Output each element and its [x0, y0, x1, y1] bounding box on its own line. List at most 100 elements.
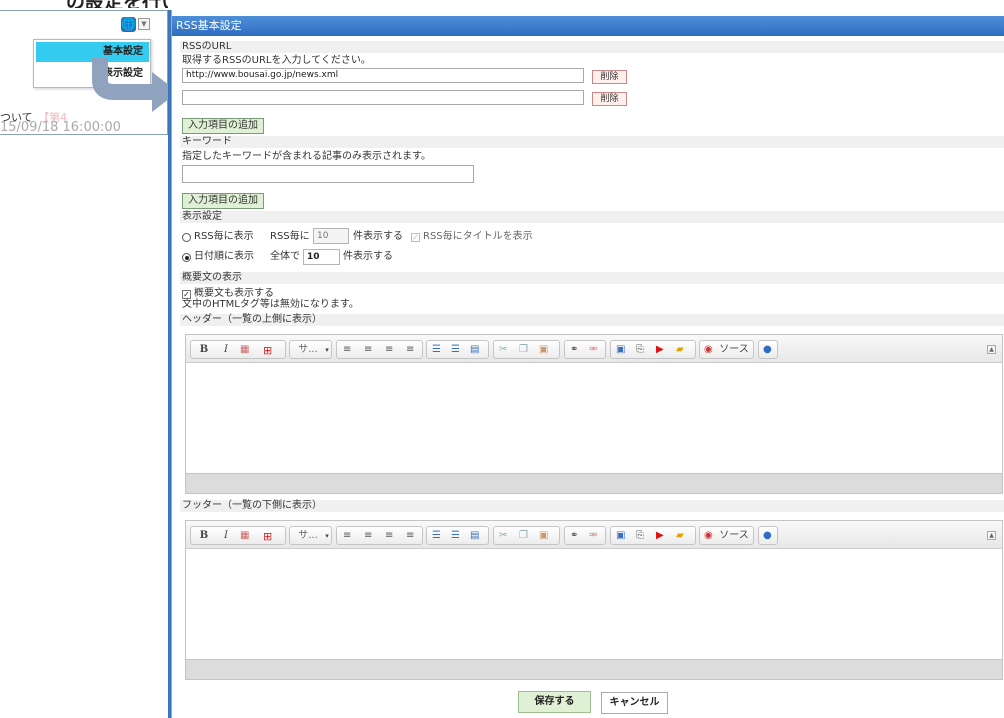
rss-title-checkbox-label: RSS毎にタイトルを表示 — [423, 231, 533, 242]
italic-button[interactable]: I — [221, 343, 231, 357]
link-icon[interactable]: ⚭ — [570, 344, 581, 355]
per-rss-count-input[interactable]: 10 — [313, 228, 349, 244]
summary-section: 概要文の表示 — [180, 272, 1004, 284]
per-rss-suffix: 件表示する — [353, 231, 403, 242]
attachment-icon[interactable]: ⎘ — [636, 344, 647, 355]
header-editor-toolbar: B I ▦ ⊞ サ... ▾ ≡ ≡ ≡ ≡ ☰ ☰ ▤ ✂ ❐ ▣ ⚭ ⚮ ▣… — [186, 335, 1002, 363]
collapse-toolbar-icon[interactable]: ▲ — [987, 531, 996, 540]
unlink-icon[interactable]: ⚮ — [589, 344, 600, 355]
copy-icon[interactable]: ❐ — [519, 344, 530, 355]
article-date: 15/09/18 16:00:00 — [0, 120, 121, 135]
globe-icon[interactable]: 🌐 — [121, 17, 136, 32]
bold-button[interactable]: B — [199, 529, 209, 543]
justify-icon[interactable]: ≡ — [406, 530, 417, 541]
radio-by-date-label: 日付順に表示 — [194, 251, 254, 262]
image-icon[interactable]: ▣ — [616, 344, 627, 355]
source-icon[interactable]: ◉ — [704, 530, 715, 541]
rss-title-checkbox[interactable]: ✓ — [411, 233, 420, 242]
font-size-select[interactable]: サ... — [295, 343, 321, 357]
summary-checkbox[interactable]: ✓ — [182, 290, 191, 299]
info-icon[interactable]: ● — [763, 530, 774, 541]
source-icon[interactable]: ◉ — [704, 344, 715, 355]
footer-editor: B I ▦ ⊞ サ... ▾ ≡ ≡ ≡ ≡ ☰ ☰ ▤ ✂ ❐ ▣ ⚭ ⚮ ▣… — [185, 520, 1003, 680]
paste-icon[interactable]: ▣ — [539, 344, 550, 355]
add-url-field-button[interactable]: 入力項目の追加 — [182, 118, 264, 134]
indent-icon[interactable]: ▤ — [470, 530, 481, 541]
radio-per-rss[interactable] — [182, 233, 191, 242]
align-center-icon[interactable]: ≡ — [364, 344, 375, 355]
footer-editor-statusbar — [186, 659, 1002, 679]
keyword-input[interactable] — [182, 165, 474, 183]
justify-icon[interactable]: ≡ — [406, 344, 417, 355]
unlink-icon[interactable]: ⚮ — [589, 530, 600, 541]
table-icon[interactable]: ⊞ — [263, 344, 274, 357]
attachment-icon[interactable]: ⎘ — [636, 530, 647, 541]
insert-group: ▣ ⎘ ▶ ▰ — [610, 340, 696, 359]
rss-url-hint: 取得するRSSのURLを入力してください。 — [182, 55, 371, 66]
info-icon[interactable]: ● — [763, 344, 774, 355]
folder-icon[interactable]: ▰ — [676, 530, 687, 541]
font-size-select[interactable]: サ... — [295, 529, 321, 543]
dialog-title: RSS基本設定 — [172, 16, 1004, 36]
bullet-list-icon[interactable]: ☰ — [451, 530, 462, 541]
align-left-icon[interactable]: ≡ — [343, 530, 354, 541]
add-keyword-field-button[interactable]: 入力項目の追加 — [182, 193, 264, 209]
chevron-down-icon[interactable]: ▾ — [323, 343, 331, 357]
chevron-down-icon[interactable]: ▼ — [138, 18, 150, 30]
source-button[interactable]: ソース — [717, 343, 751, 357]
by-date-count-input[interactable]: 10 — [303, 249, 340, 265]
align-right-icon[interactable]: ≡ — [385, 344, 396, 355]
cut-icon[interactable]: ✂ — [499, 530, 510, 541]
align-center-icon[interactable]: ≡ — [364, 530, 375, 541]
numbered-list-icon[interactable]: ☰ — [432, 344, 443, 355]
list-group: ☰ ☰ ▤ — [426, 526, 489, 545]
delete-url-2-button[interactable]: 削除 — [592, 92, 627, 106]
source-group: ◉ ソース — [699, 526, 754, 545]
text-color-icon[interactable]: ▦ — [240, 530, 251, 541]
radio-per-rss-label: RSS毎に表示 — [194, 231, 254, 242]
header-editor-statusbar — [186, 473, 1002, 493]
align-right-icon[interactable]: ≡ — [385, 530, 396, 541]
summary-note: 文中のHTMLタグ等は無効になります。 — [182, 299, 359, 310]
link-icon[interactable]: ⚭ — [570, 530, 581, 541]
delete-url-1-button[interactable]: 削除 — [592, 70, 627, 84]
text-color-icon[interactable]: ▦ — [240, 344, 251, 355]
table-icon[interactable]: ⊞ — [263, 530, 274, 543]
bold-button[interactable]: B — [199, 343, 209, 357]
link-group: ⚭ ⚮ — [564, 526, 606, 545]
chevron-down-icon[interactable]: ▾ — [323, 529, 331, 543]
video-icon[interactable]: ▶ — [656, 344, 667, 355]
rss-url-input-2[interactable] — [182, 90, 584, 105]
folder-icon[interactable]: ▰ — [676, 344, 687, 355]
screen: の設定を行います。 🌐 ▼ ついて 【第4 15/09/18 16:00:00 … — [0, 0, 1004, 718]
per-rss-prefix: RSS毎に — [270, 231, 310, 242]
rss-settings-dialog: RSS基本設定 RSSのURL 取得するRSSのURLを入力してください。 ht… — [171, 10, 1004, 718]
bullet-list-icon[interactable]: ☰ — [451, 344, 462, 355]
cancel-button[interactable]: キャンセル — [601, 692, 668, 714]
font-size-group: サ... ▾ — [289, 340, 332, 359]
format-group: B I ▦ ⊞ — [190, 340, 286, 359]
header-editor: B I ▦ ⊞ サ... ▾ ≡ ≡ ≡ ≡ ☰ ☰ ▤ ✂ ❐ ▣ ⚭ ⚮ ▣… — [185, 334, 1003, 494]
heading-text: の設定を行います。 — [66, 0, 168, 8]
source-button[interactable]: ソース — [717, 529, 751, 543]
keyword-section: キーワード — [180, 136, 1004, 148]
rss-url-input-1[interactable]: http://www.bousai.go.jp/news.xml — [182, 68, 584, 83]
paste-icon[interactable]: ▣ — [539, 530, 550, 541]
video-icon[interactable]: ▶ — [656, 530, 667, 541]
clipboard-group: ✂ ❐ ▣ — [493, 526, 560, 545]
italic-button[interactable]: I — [221, 529, 231, 543]
help-group: ● — [758, 340, 778, 359]
image-icon[interactable]: ▣ — [616, 530, 627, 541]
save-button[interactable]: 保存する — [518, 691, 591, 713]
numbered-list-icon[interactable]: ☰ — [432, 530, 443, 541]
align-group: ≡ ≡ ≡ ≡ — [336, 526, 423, 545]
header-editor-area[interactable] — [186, 364, 1002, 474]
indent-icon[interactable]: ▤ — [470, 344, 481, 355]
collapse-toolbar-icon[interactable]: ▲ — [987, 345, 996, 354]
clipboard-group: ✂ ❐ ▣ — [493, 340, 560, 359]
radio-by-date[interactable] — [182, 253, 191, 262]
cut-icon[interactable]: ✂ — [499, 344, 510, 355]
copy-icon[interactable]: ❐ — [519, 530, 530, 541]
footer-editor-area[interactable] — [186, 550, 1002, 660]
align-left-icon[interactable]: ≡ — [343, 344, 354, 355]
